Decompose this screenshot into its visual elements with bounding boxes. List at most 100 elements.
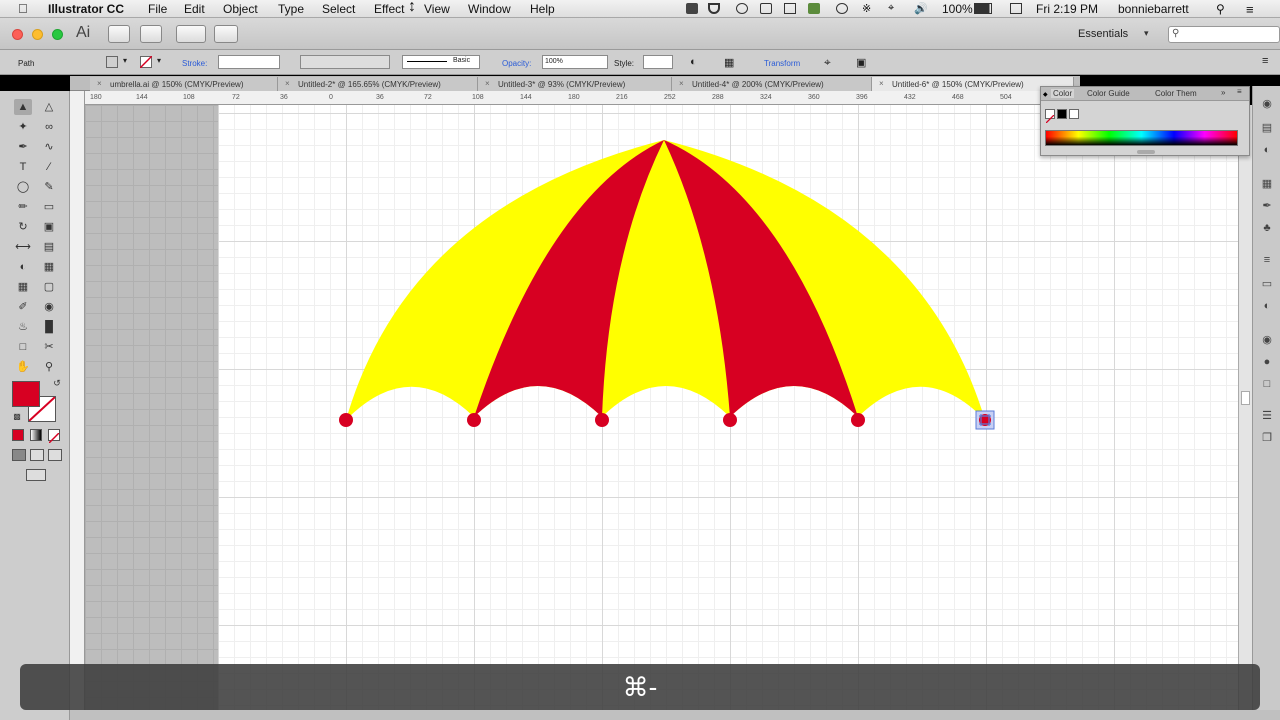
draw-inside-button[interactable]: [48, 449, 62, 461]
tab-untitled-3[interactable]: × Untitled-3* @ 93% (CMYK/Preview): [478, 77, 672, 91]
slice-tool-icon[interactable]: ✂: [40, 339, 58, 355]
gradient-mode-button[interactable]: [30, 429, 42, 441]
transform-panel-link[interactable]: Transform: [764, 59, 800, 68]
fill-swatch[interactable]: [106, 56, 118, 68]
volume-icon[interactable]: 🔊: [914, 2, 928, 15]
white-swatch[interactable]: [1069, 109, 1079, 119]
eraser-tool-icon[interactable]: ▭: [40, 199, 58, 215]
arrange-documents-button[interactable]: [176, 25, 206, 43]
scroll-thumb[interactable]: [1241, 391, 1250, 405]
bluetooth-icon[interactable]: ※: [862, 2, 871, 15]
menu-object[interactable]: Object: [223, 2, 258, 16]
transparency-icon[interactable]: ◐: [1260, 300, 1274, 312]
pasteboard[interactable]: [85, 105, 218, 720]
symbol-sprayer-tool-icon[interactable]: ♨: [14, 319, 32, 335]
symbols-icon[interactable]: ♣: [1260, 222, 1274, 234]
flag-icon[interactable]: [1010, 3, 1022, 14]
clipboard-icon[interactable]: [760, 3, 772, 14]
fill-dropdown-icon[interactable]: ▾: [123, 56, 127, 65]
color-mode-button[interactable]: [12, 429, 24, 441]
artboards-icon[interactable]: ❐: [1260, 432, 1274, 444]
tab-color-guide[interactable]: Color Guide: [1087, 89, 1130, 98]
image-trace-icon[interactable]: □: [1260, 378, 1274, 390]
ellipse-tool-icon[interactable]: ◯: [14, 179, 32, 195]
curvature-tool-icon[interactable]: ∿: [40, 139, 58, 155]
menu-edit[interactable]: Edit: [184, 2, 205, 16]
evernote-icon[interactable]: [808, 3, 820, 14]
dropbox-icon[interactable]: [686, 3, 698, 14]
notification-center-icon[interactable]: ≡: [1246, 2, 1254, 17]
pen-tool-icon[interactable]: ✒: [14, 139, 32, 155]
panel-menu-icon[interactable]: ≡: [1262, 55, 1268, 67]
zoom-tool-icon[interactable]: ⚲: [40, 359, 58, 375]
stroke-icon[interactable]: ≡: [1260, 254, 1274, 266]
minimize-window-button[interactable]: [32, 29, 43, 40]
umbrella-canopy[interactable]: [346, 140, 985, 420]
hand-tool-icon[interactable]: ✋: [14, 359, 32, 375]
direct-selection-tool-icon[interactable]: △: [40, 99, 58, 115]
stock-button[interactable]: [140, 25, 162, 43]
opacity-input[interactable]: 100%: [542, 55, 608, 69]
opacity-panel-link[interactable]: Opacity:: [502, 59, 531, 68]
tab-color[interactable]: Color: [1051, 89, 1075, 98]
arrange-icon[interactable]: ▣: [856, 56, 866, 69]
user-name[interactable]: bonniebarrett: [1118, 2, 1189, 16]
shield-icon[interactable]: [708, 3, 720, 14]
umbrella-tip[interactable]: [339, 413, 353, 427]
free-transform-tool-icon[interactable]: ▤: [40, 239, 58, 255]
fill-color-swatch[interactable]: [12, 381, 40, 407]
wifi-icon[interactable]: ⌖: [888, 2, 894, 15]
type-tool-icon[interactable]: T: [14, 159, 32, 175]
mesh-tool-icon[interactable]: ▦: [14, 279, 32, 295]
graphic-style-dropdown[interactable]: [643, 55, 673, 69]
close-tab-icon[interactable]: ×: [97, 79, 102, 88]
close-window-button[interactable]: [12, 29, 23, 40]
variable-width-dropdown[interactable]: [300, 55, 390, 69]
menu-window[interactable]: Window: [468, 2, 511, 16]
close-tab-icon[interactable]: ×: [285, 79, 290, 88]
menu-help[interactable]: Help: [530, 2, 555, 16]
appearance-icon[interactable]: ◉: [1260, 334, 1274, 346]
help-search-input[interactable]: ⚲: [1168, 26, 1280, 43]
menu-effect[interactable]: Effect: [374, 2, 404, 16]
zoom-window-button[interactable]: [52, 29, 63, 40]
rotate-tool-icon[interactable]: ↻: [14, 219, 32, 235]
align-icon[interactable]: ▦: [724, 56, 734, 69]
tab-color-themes[interactable]: Color Them: [1155, 89, 1197, 98]
swatches-icon[interactable]: ▦: [1260, 178, 1274, 190]
layers-icon[interactable]: ☰: [1260, 410, 1274, 422]
width-tool-icon[interactable]: ⟷: [14, 239, 32, 255]
magic-wand-tool-icon[interactable]: ✦: [14, 119, 32, 135]
chevron-down-icon[interactable]: ▾: [1144, 28, 1149, 39]
isolate-icon[interactable]: ⌖: [824, 55, 831, 70]
panel-options-icon[interactable]: »: [1221, 88, 1225, 97]
time-machine-icon[interactable]: [836, 3, 848, 14]
black-swatch[interactable]: [1057, 109, 1067, 119]
brush-definition-dropdown[interactable]: Basic: [402, 55, 480, 69]
stroke-panel-link[interactable]: Stroke:: [182, 59, 207, 68]
menu-select[interactable]: Select: [322, 2, 355, 16]
display-icon[interactable]: [784, 3, 796, 14]
umbrella-tip[interactable]: [723, 413, 737, 427]
recolor-artwork-icon[interactable]: ◐: [690, 56, 697, 68]
spotlight-icon[interactable]: ⚲: [1216, 2, 1225, 16]
panel-resize-handle[interactable]: [1137, 150, 1155, 154]
blend-tool-icon[interactable]: ◉: [40, 299, 58, 315]
swap-fill-stroke-icon[interactable]: ↺: [48, 375, 66, 391]
gpu-performance-button[interactable]: [214, 25, 238, 43]
line-segment-tool-icon[interactable]: ∕: [40, 159, 58, 175]
draw-behind-button[interactable]: [30, 449, 44, 461]
bridge-button[interactable]: [108, 25, 130, 43]
color-spectrum[interactable]: [1045, 130, 1238, 146]
panel-menu-icon[interactable]: ≡: [1237, 87, 1242, 96]
tab-untitled-2[interactable]: × Untitled-2* @ 165.65% (CMYK/Preview): [278, 77, 478, 91]
graphic-styles-icon[interactable]: ●: [1260, 356, 1274, 368]
color-guide-icon[interactable]: ▤: [1260, 122, 1274, 134]
umbrella-tip[interactable]: [851, 413, 865, 427]
menu-file[interactable]: File: [148, 2, 167, 16]
scale-tool-icon[interactable]: ▣: [40, 219, 58, 235]
gradient-icon[interactable]: ▭: [1260, 278, 1274, 290]
menu-type[interactable]: Type: [278, 2, 304, 16]
artboard-tool-icon[interactable]: □: [14, 339, 32, 355]
column-graph-tool-icon[interactable]: █: [40, 319, 58, 335]
